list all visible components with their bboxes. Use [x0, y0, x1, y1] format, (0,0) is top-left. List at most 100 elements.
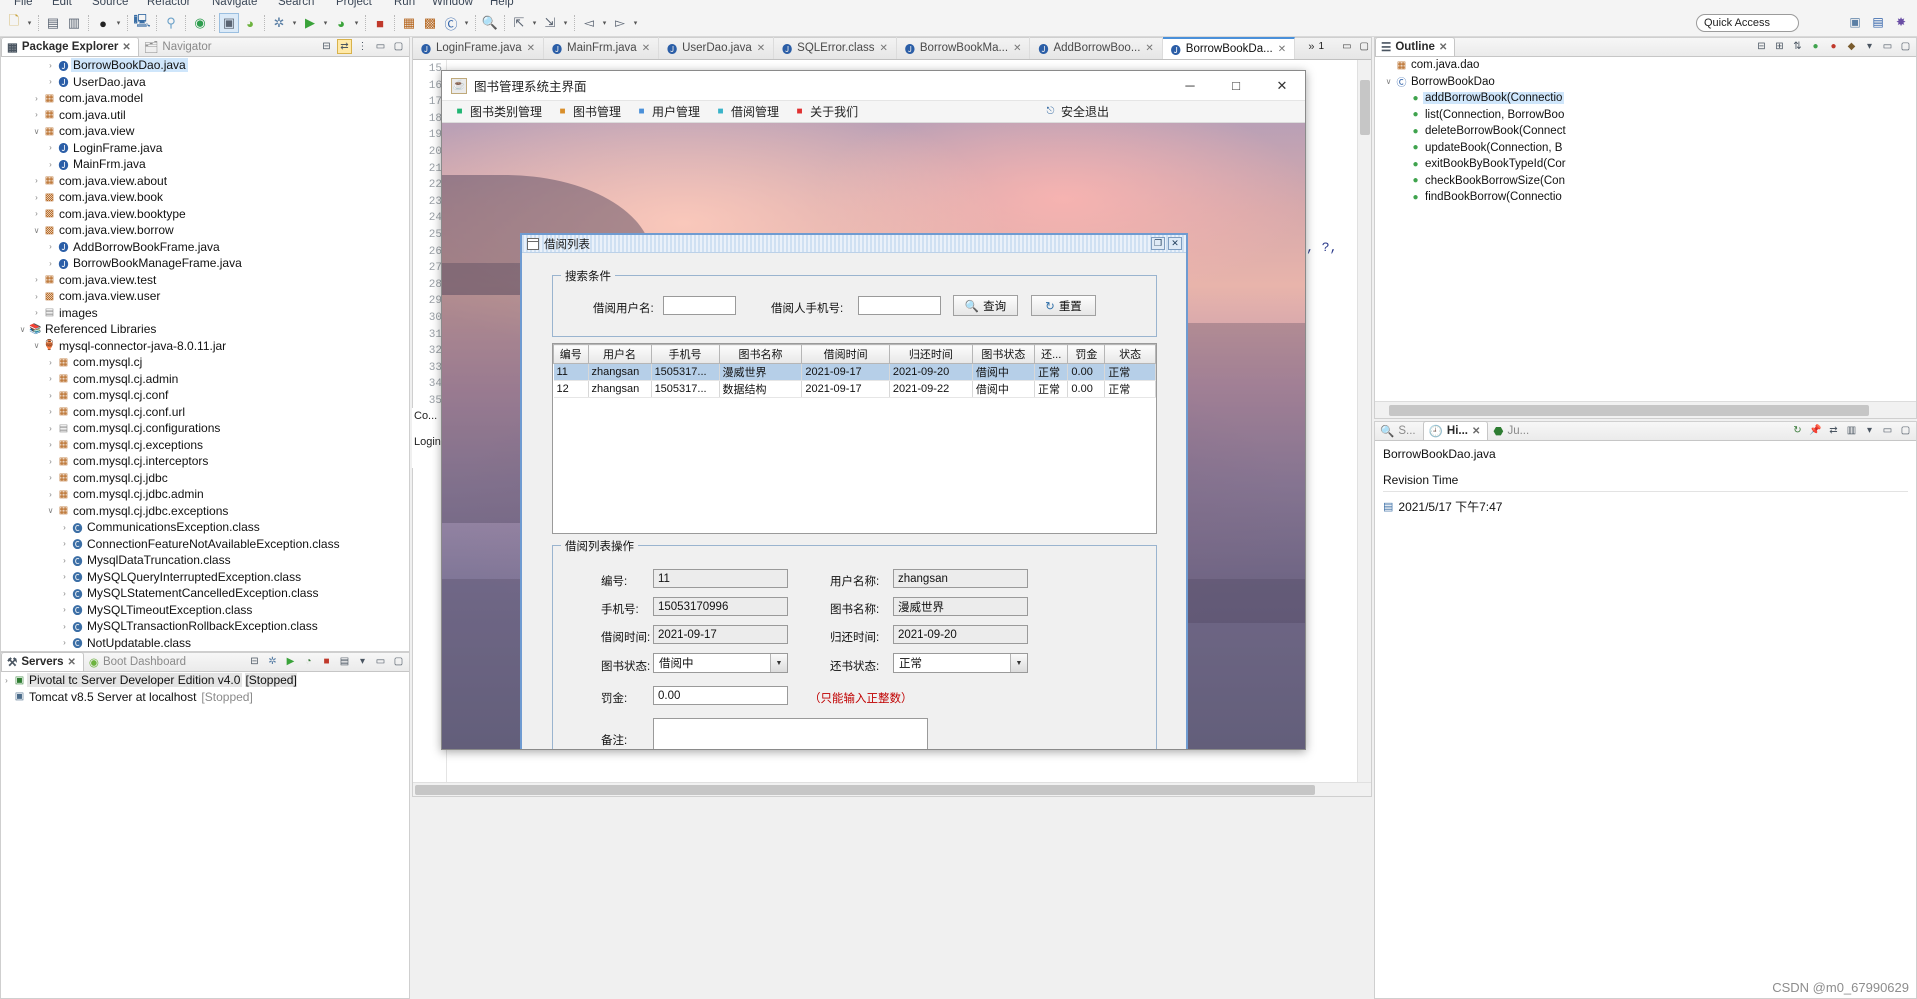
- new-package-icon[interactable]: ▩: [420, 13, 440, 33]
- tree-item[interactable]: ›▦com.mysql.cj.admin: [1, 371, 409, 388]
- chevron-right-icon[interactable]: ›: [45, 143, 56, 152]
- history-row[interactable]: ▤ 2021/5/17 下午7:47: [1383, 498, 1908, 515]
- table-column-header[interactable]: 图书状态: [972, 345, 1034, 364]
- tab-outline[interactable]: ☰ Outline ✕: [1375, 37, 1455, 56]
- publish-icon[interactable]: ▤: [337, 654, 352, 669]
- new-class-icon[interactable]: Ⓒ: [441, 13, 461, 33]
- reset-button[interactable]: ↻ 重置: [1031, 295, 1096, 316]
- tree-item[interactable]: ●updateBook(Connection, B: [1375, 140, 1916, 157]
- tree-item[interactable]: ›▤com.mysql.cj.configurations: [1, 420, 409, 437]
- tab-search[interactable]: 🔍 S...: [1375, 421, 1423, 440]
- maximize-icon[interactable]: ▢: [1898, 423, 1913, 438]
- forward-dropdown-icon[interactable]: ▾: [631, 19, 640, 27]
- view-menu-icon[interactable]: ▾: [1862, 39, 1877, 54]
- menu-refactor[interactable]: Refactor: [147, 0, 190, 8]
- chevron-right-icon[interactable]: ›: [59, 638, 70, 647]
- hide-nonpublic-icon[interactable]: ◆: [1844, 39, 1859, 54]
- tree-item[interactable]: ›▦com.java.view.test: [1, 272, 409, 289]
- run-server-icon[interactable]: ◕: [331, 13, 351, 33]
- chevron-right-icon[interactable]: ›: [31, 176, 42, 185]
- chevron-down-icon[interactable]: ▼: [770, 654, 787, 672]
- skip-breakpoints-icon[interactable]: ⚲: [161, 13, 181, 33]
- profile-server-icon[interactable]: ◔: [301, 654, 316, 669]
- table-column-header[interactable]: 图书名称: [719, 345, 802, 364]
- close-icon[interactable]: ✕: [642, 43, 650, 54]
- tab-navigator[interactable]: 🗂 Navigator: [139, 37, 219, 56]
- search-button[interactable]: 🔍 查询: [953, 295, 1018, 316]
- chevron-right-icon[interactable]: ›: [31, 193, 42, 202]
- quick-access-field[interactable]: Quick Access: [1696, 14, 1799, 32]
- exit-menu-item[interactable]: ⎋安全退出: [1038, 101, 1115, 122]
- table-column-header[interactable]: 还...: [1035, 345, 1068, 364]
- tree-item[interactable]: ●findBookBorrow(Connectio: [1375, 189, 1916, 206]
- tree-item[interactable]: ›▦com.mysql.cj.exceptions: [1, 437, 409, 454]
- chevron-right-icon[interactable]: ›: [59, 605, 70, 614]
- tree-item[interactable]: ›▦com.mysql.cj.jdbc: [1, 470, 409, 487]
- chevron-right-icon[interactable]: ›: [31, 110, 42, 119]
- tree-item[interactable]: ∨📚Referenced Libraries: [1, 321, 409, 338]
- tree-item[interactable]: ›🅙AddBorrowBookFrame.java: [1, 239, 409, 256]
- next-dropdown-icon[interactable]: ▾: [561, 19, 570, 27]
- tree-item[interactable]: ›🅒MysqlDataTruncation.class: [1, 552, 409, 569]
- tab-junit[interactable]: ⬣ Ju...: [1488, 421, 1536, 440]
- internal-frame-titlebar[interactable]: 借阅列表 ❐ ✕: [522, 235, 1186, 253]
- save-icon[interactable]: ▤: [43, 13, 63, 33]
- internal-maximize-button[interactable]: ❐: [1151, 237, 1165, 250]
- borrow-time-input[interactable]: [653, 625, 788, 644]
- pin-icon[interactable]: 📌: [1808, 423, 1823, 438]
- view-menu-icon[interactable]: ▾: [1862, 423, 1877, 438]
- chevron-right-icon[interactable]: ›: [45, 424, 56, 433]
- menu-edit[interactable]: Edit: [52, 0, 72, 8]
- forward-icon[interactable]: ▻: [610, 13, 630, 33]
- bookname-input[interactable]: [893, 597, 1028, 616]
- tree-item[interactable]: ›🅒MySQLQueryInterruptedException.class: [1, 569, 409, 586]
- chevron-right-icon[interactable]: ›: [45, 374, 56, 383]
- minimize-icon[interactable]: ▭: [1342, 41, 1351, 53]
- open-perspective-icon[interactable]: ▣: [1845, 12, 1865, 32]
- maximize-icon[interactable]: ▢: [1360, 41, 1369, 53]
- table-column-header[interactable]: 归还时间: [889, 345, 972, 364]
- tab-history[interactable]: 🕘 Hi... ✕: [1423, 421, 1489, 440]
- tree-item[interactable]: ●exitBookByBookTypeId(Cor: [1375, 156, 1916, 173]
- open-task-icon[interactable]: ▣: [219, 13, 239, 33]
- new-class-dropdown-icon[interactable]: ▾: [462, 19, 471, 27]
- username-input[interactable]: [893, 569, 1028, 588]
- minimize-icon[interactable]: ▭: [373, 39, 388, 54]
- tree-item[interactable]: ●list(Connection, BorrowBoo: [1375, 107, 1916, 124]
- chevron-right-icon[interactable]: ›: [45, 160, 56, 169]
- tree-item[interactable]: ›▦com.mysql.cj.conf: [1, 387, 409, 404]
- close-icon[interactable]: ✕: [68, 657, 76, 668]
- spring-icon[interactable]: ◕: [240, 13, 260, 33]
- chevron-down-icon[interactable]: ∨: [1383, 77, 1394, 86]
- maximize-button[interactable]: □: [1213, 71, 1259, 101]
- next-annotation-icon[interactable]: ⇲: [540, 13, 560, 33]
- java-menu-item[interactable]: ■用户管理: [629, 101, 706, 122]
- borrow-records-table[interactable]: 编号用户名手机号图书名称借阅时间归还时间图书状态还...罚金状态 11zhang…: [552, 343, 1157, 534]
- close-icon[interactable]: ✕: [1013, 43, 1021, 54]
- sort-icon[interactable]: ⇅: [1790, 39, 1805, 54]
- minimize-button[interactable]: ─: [1167, 71, 1213, 101]
- chevron-down-icon[interactable]: ∨: [31, 226, 42, 235]
- tree-item[interactable]: ›🅒CommunicationsException.class: [1, 519, 409, 536]
- save-all-icon[interactable]: ▥: [64, 13, 84, 33]
- menu-file[interactable]: File: [14, 0, 33, 8]
- tab-package-explorer[interactable]: ▦ Package Explorer ✕: [1, 37, 139, 56]
- chevron-right-icon[interactable]: ›: [45, 407, 56, 416]
- tree-item[interactable]: ∨▩com.java.view.borrow: [1, 222, 409, 239]
- editor-tab-overflow[interactable]: »1▭▢: [1308, 41, 1369, 53]
- editor-tab[interactable]: 🅙LoginFrame.java✕: [413, 37, 544, 59]
- menu-run[interactable]: Run: [394, 0, 415, 8]
- menu-project[interactable]: Project: [336, 0, 372, 8]
- tree-item[interactable]: ›▩com.java.view.user: [1, 288, 409, 305]
- java-menu-item[interactable]: ■图书管理: [550, 101, 627, 122]
- menu-navigate[interactable]: Navigate: [212, 0, 257, 8]
- servers-tree[interactable]: ›▣Pivotal tc Server Developer Edition v4…: [1, 672, 409, 998]
- maximize-icon[interactable]: ▢: [1898, 39, 1913, 54]
- table-row[interactable]: 11zhangsan1505317...漫威世界2021-09-172021-0…: [554, 364, 1156, 381]
- close-icon[interactable]: ✕: [122, 42, 130, 53]
- search-phone-input[interactable]: [858, 296, 941, 315]
- new-dropdown-icon[interactable]: ▾: [25, 19, 34, 27]
- console-icon[interactable]: 🖳: [132, 13, 152, 33]
- chevron-right-icon[interactable]: ›: [45, 473, 56, 482]
- editor-tab[interactable]: 🅙BorrowBookDa...✕: [1163, 37, 1295, 59]
